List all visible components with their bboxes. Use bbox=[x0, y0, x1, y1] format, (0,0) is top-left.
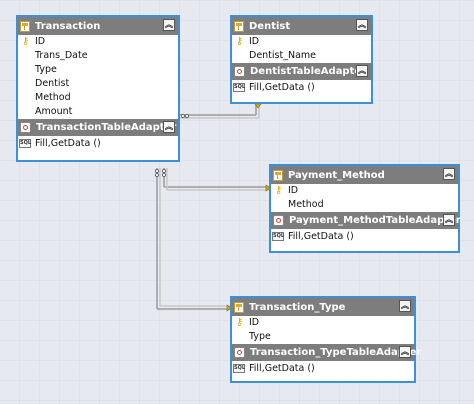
column-row[interactable]: ⚷ ID bbox=[271, 184, 458, 198]
table-adapter-title: DentistTableAdapter bbox=[250, 66, 367, 77]
table-dentist[interactable]: Dentist ︽ ⚷ ID Dentist_Name DentistTableA… bbox=[230, 15, 373, 104]
table-adapter-icon bbox=[234, 347, 245, 358]
double-chevron-up-icon[interactable]: ︽ bbox=[356, 65, 368, 77]
table-icon bbox=[234, 20, 244, 32]
primary-key-icon: ⚷ bbox=[21, 36, 30, 47]
table-transaction-type[interactable]: Transaction_Type ︽ ⚷ ID Type Transaction_… bbox=[230, 296, 421, 383]
sql-method-icon: SQL bbox=[272, 232, 285, 241]
adapter-method: Fill,GetData () bbox=[249, 363, 315, 374]
table-icon bbox=[273, 169, 283, 181]
column-name: Amount bbox=[35, 106, 73, 117]
table-adapter-title: Transaction_TypeTableAdapter bbox=[250, 347, 422, 358]
column-name: Trans_Date bbox=[35, 50, 88, 61]
column-row[interactable]: Dentist bbox=[18, 77, 178, 91]
table-header[interactable]: Dentist ︽ bbox=[232, 17, 371, 35]
double-chevron-up-icon[interactable]: ︽ bbox=[163, 19, 175, 31]
column-row[interactable]: ⚷ ID bbox=[232, 316, 414, 330]
column-name: Type bbox=[249, 331, 271, 342]
double-chevron-up-icon[interactable]: ︽ bbox=[356, 19, 368, 31]
column-name: ID bbox=[249, 317, 260, 328]
column-row[interactable]: ⚷ ID bbox=[18, 35, 178, 49]
adapter-method-row[interactable]: SQL Fill,GetData () bbox=[232, 80, 371, 95]
table-icon bbox=[20, 20, 30, 32]
column-row[interactable]: Method bbox=[18, 91, 178, 105]
table-title: Transaction_Type bbox=[249, 301, 346, 313]
table-title: Dentist bbox=[249, 20, 291, 32]
double-chevron-up-icon[interactable]: ︽ bbox=[163, 121, 175, 133]
table-title: Transaction bbox=[35, 20, 101, 32]
column-row[interactable]: Trans_Date bbox=[18, 49, 178, 63]
column-name: Dentist_Name bbox=[249, 50, 316, 61]
column-row[interactable]: ⚷ ID bbox=[232, 35, 371, 49]
table-adapter-title: Payment_MethodTableAdapter bbox=[289, 215, 461, 226]
column-row[interactable]: Type bbox=[232, 330, 414, 344]
sql-method-icon: SQL bbox=[19, 139, 32, 148]
table-header[interactable]: Payment_Method ︽ bbox=[271, 166, 458, 184]
table-adapter-title: TransactionTableAdapter bbox=[36, 122, 177, 133]
column-row[interactable]: Type bbox=[18, 63, 178, 77]
adapter-method-row[interactable]: SQL Fill,GetData () bbox=[18, 136, 178, 151]
column-list: ⚷ ID Trans_Date Type Dentist Method Amoun… bbox=[18, 35, 178, 119]
column-row[interactable]: Method bbox=[271, 198, 458, 212]
sql-method-icon: SQL bbox=[233, 364, 246, 373]
adapter-method-row[interactable]: SQL Fill,GetData () bbox=[232, 361, 414, 376]
adapter-method-row[interactable]: SQL Fill,GetData () bbox=[271, 229, 458, 244]
relation-transaction-dentist[interactable] bbox=[180, 104, 260, 119]
adapter-method: Fill,GetData () bbox=[35, 138, 101, 149]
primary-key-icon: ⚷ bbox=[274, 185, 283, 196]
primary-key-icon: ⚷ bbox=[235, 317, 244, 328]
table-adapter-header[interactable]: TransactionTableAdapter ︽ bbox=[18, 119, 178, 136]
table-adapter-header[interactable]: Transaction_TypeTableAdapter ︽ bbox=[232, 344, 421, 361]
table-header[interactable]: Transaction ︽ bbox=[18, 17, 178, 35]
column-list: ⚷ ID Type bbox=[232, 316, 414, 344]
table-adapter-icon bbox=[20, 122, 31, 133]
sql-method-icon: SQL bbox=[233, 83, 246, 92]
relation-transaction-payment-method[interactable] bbox=[161, 168, 270, 191]
column-name: Dentist bbox=[35, 78, 70, 89]
primary-key-icon: ⚷ bbox=[235, 36, 244, 47]
table-header[interactable]: Transaction_Type ︽ bbox=[232, 298, 414, 316]
double-chevron-up-icon[interactable]: ︽ bbox=[399, 346, 411, 358]
double-chevron-up-icon[interactable]: ︽ bbox=[399, 300, 411, 312]
adapter-method: Fill,GetData () bbox=[249, 82, 315, 93]
column-list: ⚷ ID Dentist_Name bbox=[232, 35, 371, 63]
column-name: ID bbox=[249, 36, 260, 47]
adapter-method: Fill,GetData () bbox=[288, 231, 354, 242]
table-adapter-icon bbox=[273, 215, 284, 226]
table-adapter-icon bbox=[234, 66, 245, 77]
table-adapter-header[interactable]: DentistTableAdapter ︽ bbox=[232, 63, 371, 80]
table-adapter-header[interactable]: Payment_MethodTableAdapter ︽ bbox=[271, 212, 461, 229]
table-payment-method[interactable]: Payment_Method ︽ ⚷ ID Method Payment_Meth… bbox=[269, 164, 461, 253]
column-name: ID bbox=[288, 185, 299, 196]
double-chevron-up-icon[interactable]: ︽ bbox=[443, 214, 455, 226]
table-title: Payment_Method bbox=[288, 169, 385, 181]
table-transaction[interactable]: Transaction ︽ ⚷ ID Trans_Date Type Dentis… bbox=[16, 15, 180, 162]
column-list: ⚷ ID Method bbox=[271, 184, 458, 212]
column-name: Method bbox=[288, 199, 324, 210]
column-name: ID bbox=[35, 36, 46, 47]
column-row[interactable]: Amount bbox=[18, 105, 178, 119]
column-row[interactable]: Dentist_Name bbox=[232, 49, 371, 63]
table-icon bbox=[234, 301, 244, 313]
double-chevron-up-icon[interactable]: ︽ bbox=[443, 168, 455, 180]
column-name: Method bbox=[35, 92, 71, 103]
column-name: Type bbox=[35, 64, 57, 75]
